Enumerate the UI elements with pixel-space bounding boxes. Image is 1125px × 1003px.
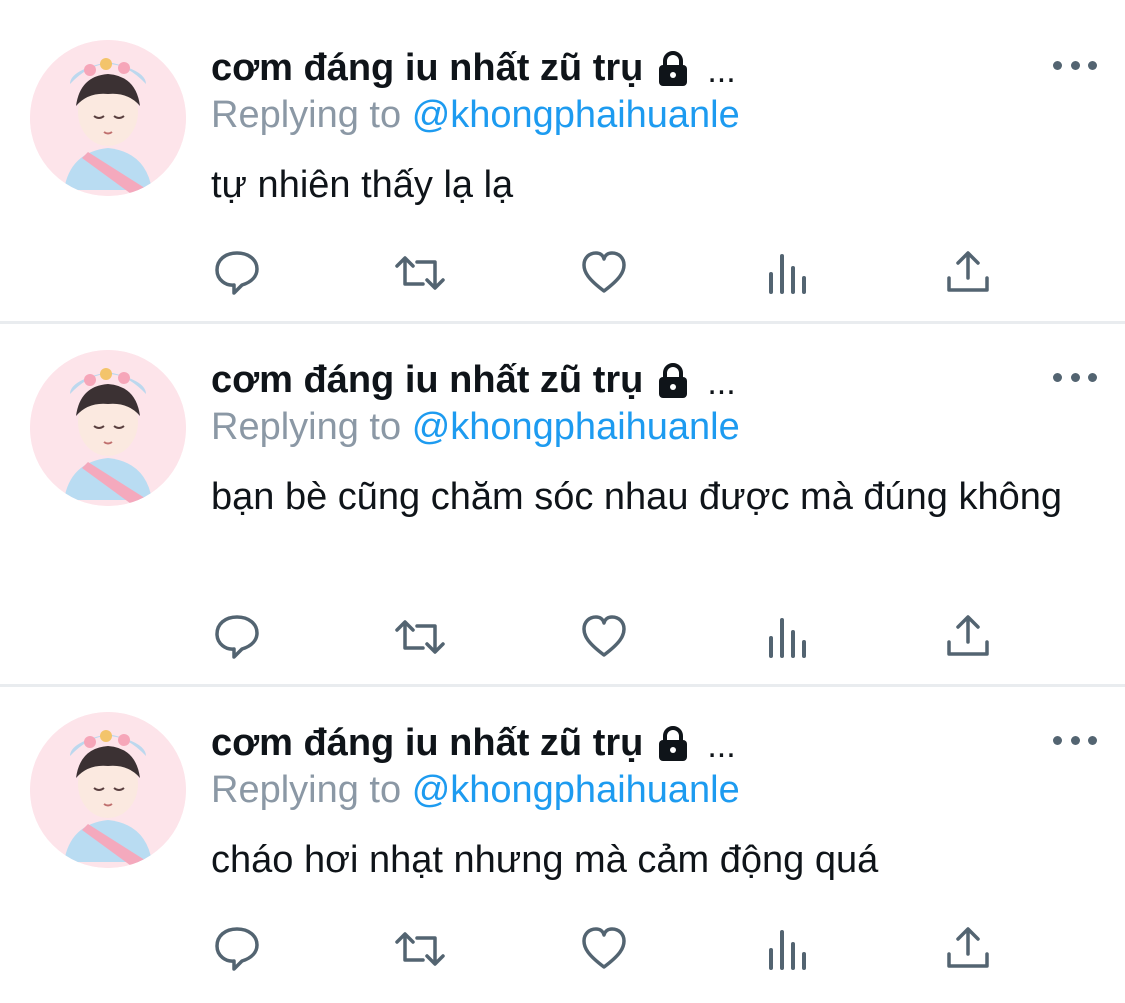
reply-context: Replying to @khongphaihuanle (211, 94, 740, 137)
display-name[interactable]: cơm đáng iu nhất zũ trụ (211, 47, 643, 90)
more-icon[interactable] (1053, 728, 1097, 752)
lock-icon (653, 48, 693, 88)
tweet[interactable]: cơm đáng iu nhất zũ trụ ... Replying to … (0, 0, 1125, 324)
tweet[interactable]: cơm đáng iu nhất zũ trụ ... Replying to … (0, 324, 1125, 687)
share-icon[interactable] (943, 612, 993, 662)
lock-icon (653, 723, 693, 763)
tweet-text: bạn bè cũng chăm sóc nhau được mà đúng k… (211, 476, 1063, 518)
reply-prefix: Replying to (211, 406, 402, 448)
reply-prefix: Replying to (211, 94, 402, 136)
action-bar (0, 924, 1125, 974)
name-overflow: ... (707, 51, 736, 90)
display-name[interactable]: cơm đáng iu nhất zũ trụ (211, 359, 643, 402)
reply-handle-link[interactable]: @khongphaihuanle (412, 769, 740, 811)
analytics-icon[interactable] (763, 612, 813, 662)
reply-handle-link[interactable]: @khongphaihuanle (412, 406, 740, 448)
tweet-header: cơm đáng iu nhất zũ trụ ... (211, 717, 736, 769)
reply-icon[interactable] (212, 924, 262, 974)
analytics-icon[interactable] (763, 924, 813, 974)
name-overflow: ... (707, 363, 736, 402)
heart-icon[interactable] (579, 924, 629, 974)
tweet-text: tự nhiên thấy lạ lạ (211, 164, 514, 206)
reply-icon[interactable] (212, 248, 262, 298)
reply-context: Replying to @khongphaihuanle (211, 406, 740, 449)
avatar[interactable] (30, 350, 186, 506)
retweet-icon[interactable] (393, 248, 445, 298)
avatar[interactable] (30, 712, 186, 868)
more-icon[interactable] (1053, 365, 1097, 389)
tweet[interactable]: cơm đáng iu nhất zũ trụ ... Replying to … (0, 687, 1125, 1003)
analytics-icon[interactable] (763, 248, 813, 298)
retweet-icon[interactable] (393, 924, 445, 974)
action-bar (0, 612, 1125, 662)
share-icon[interactable] (943, 924, 993, 974)
tweet-header: cơm đáng iu nhất zũ trụ ... (211, 42, 736, 94)
heart-icon[interactable] (579, 612, 629, 662)
share-icon[interactable] (943, 248, 993, 298)
tweet-header: cơm đáng iu nhất zũ trụ ... (211, 354, 736, 406)
name-overflow: ... (707, 726, 736, 765)
tweet-text: cháo hơi nhạt nhưng mà cảm động quá (211, 839, 879, 881)
avatar[interactable] (30, 40, 186, 196)
reply-context: Replying to @khongphaihuanle (211, 769, 740, 812)
reply-prefix: Replying to (211, 769, 402, 811)
display-name[interactable]: cơm đáng iu nhất zũ trụ (211, 722, 643, 765)
action-bar (0, 248, 1125, 298)
lock-icon (653, 360, 693, 400)
reply-icon[interactable] (212, 612, 262, 662)
reply-feed: cơm đáng iu nhất zũ trụ ... Replying to … (0, 0, 1125, 1003)
reply-handle-link[interactable]: @khongphaihuanle (412, 94, 740, 136)
more-icon[interactable] (1053, 53, 1097, 77)
retweet-icon[interactable] (393, 612, 445, 662)
heart-icon[interactable] (579, 248, 629, 298)
